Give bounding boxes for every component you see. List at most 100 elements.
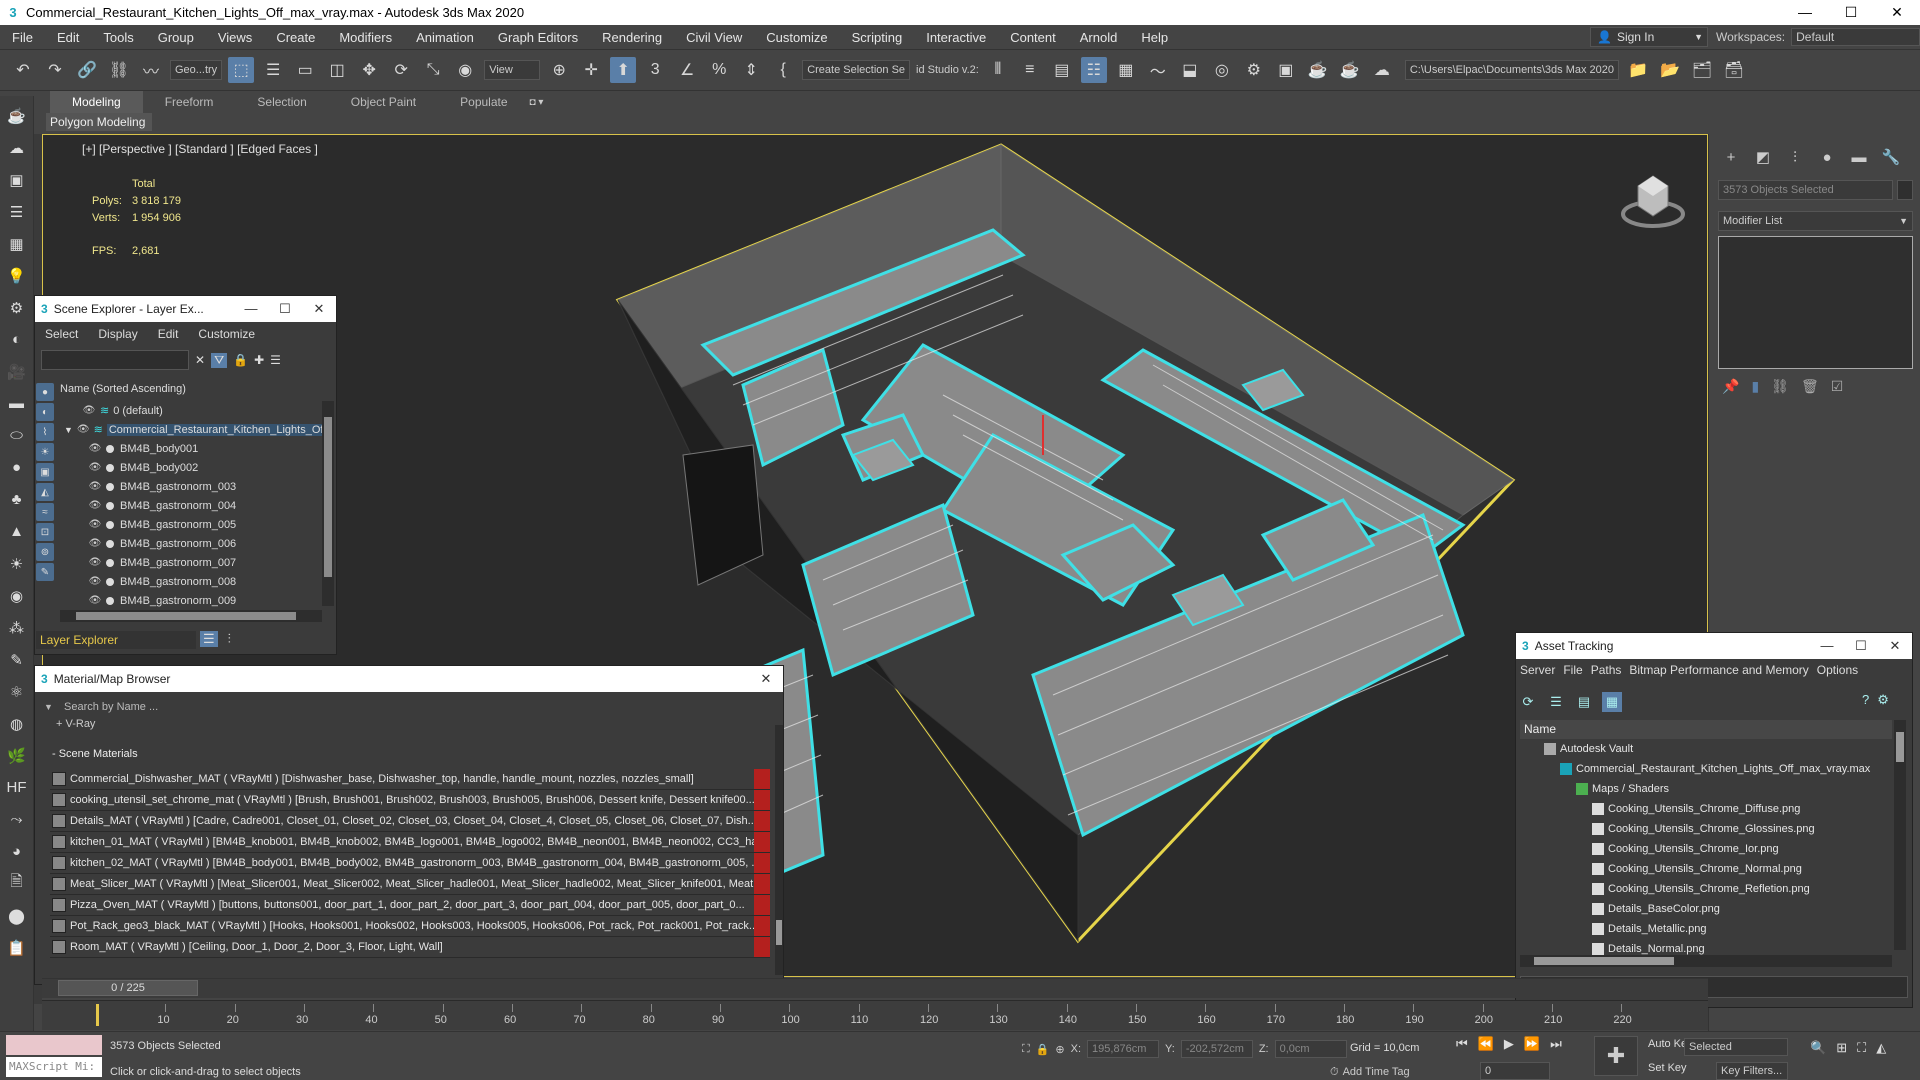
key-filters-button[interactable]: Key Filters... xyxy=(1716,1062,1788,1080)
reference-coord-dropdown[interactable]: View xyxy=(484,60,541,80)
x-coordinate-field[interactable]: 195,876cm xyxy=(1087,1040,1160,1058)
menu-content[interactable]: Content xyxy=(998,30,1068,45)
se-menu-display[interactable]: Display xyxy=(88,327,147,341)
tab-selection[interactable]: Selection xyxy=(235,91,328,113)
material-editor-icon[interactable]: ◎ xyxy=(1209,57,1235,83)
tab-populate[interactable]: Populate xyxy=(438,91,529,113)
maximize-button[interactable]: ☐ xyxy=(1828,4,1874,21)
utilities-tab-icon[interactable]: 🔧 xyxy=(1880,146,1902,168)
filter-icon[interactable]: ⛛ xyxy=(211,352,228,368)
asset-tree-horizontal-scrollbar[interactable] xyxy=(1520,955,1892,967)
toggle-scene-explorer-icon[interactable]: ▤ xyxy=(1049,57,1075,83)
document-icon[interactable]: 🗎 xyxy=(5,870,29,897)
groups-filter-icon[interactable]: ⊡ xyxy=(36,523,54,541)
tree-row[interactable]: 👁 BM4B_gastronorm_003 xyxy=(60,477,322,496)
tree-row[interactable]: 👁 BM4B_body001 xyxy=(60,439,322,458)
align-icon[interactable]: ≡ xyxy=(1017,57,1043,83)
tab-freeform[interactable]: Freeform xyxy=(143,91,236,113)
bulb-icon[interactable]: 💡 xyxy=(5,262,29,289)
goto-start-icon[interactable]: ⏮ xyxy=(1456,1036,1468,1052)
paint-icon[interactable]: ✎ xyxy=(5,646,29,673)
at-menu-file[interactable]: File xyxy=(1559,663,1586,677)
vray-group-header[interactable]: + V-Ray xyxy=(56,718,95,730)
time-slider-handle[interactable]: 0 / 225 xyxy=(58,980,198,996)
tab-object-paint[interactable]: Object Paint xyxy=(329,91,438,113)
clear-search-icon[interactable]: ✕ xyxy=(195,353,205,367)
scene-materials-group-header[interactable]: - Scene Materials xyxy=(42,748,774,764)
object-name-field[interactable]: 3573 Objects Selected xyxy=(1718,180,1893,200)
toggle-layer-explorer-icon[interactable]: ☷ xyxy=(1080,57,1107,83)
close-button[interactable]: ✕ xyxy=(1874,4,1920,21)
material-search-input[interactable]: ▼ Search by Name ... xyxy=(42,698,782,716)
render-icon[interactable]: ▣ xyxy=(5,166,29,193)
xrefs-filter-icon[interactable]: ⊚ xyxy=(36,543,54,561)
globe-icon[interactable]: ◍ xyxy=(5,710,29,737)
keyboard-shortcut-icon[interactable]: ⬆ xyxy=(610,57,637,83)
material-row[interactable]: Pot_Rack_geo3_black_MAT ( VRayMtl ) [Hoo… xyxy=(50,916,770,937)
hair-icon[interactable]: ⤳ xyxy=(5,806,29,833)
track-bar[interactable] xyxy=(42,1000,1708,1030)
asset-tracking-titlebar[interactable]: 3 Asset Tracking — ☐ ✕ xyxy=(1516,633,1912,659)
material-row[interactable]: cooking_utensil_set_chrome_mat ( VRayMtl… xyxy=(50,790,770,811)
cloud-icon[interactable]: ☁ xyxy=(5,134,29,161)
menu-arnold[interactable]: Arnold xyxy=(1068,30,1130,45)
new-layer-icon[interactable]: ✚ xyxy=(254,353,264,367)
eye-icon[interactable]: 👁 xyxy=(88,481,102,492)
time-slider-track[interactable] xyxy=(42,978,1708,998)
expand-icon[interactable]: ▼ xyxy=(64,425,73,435)
at-menu-paths[interactable]: Paths xyxy=(1587,663,1626,677)
eye-icon[interactable]: 👁 xyxy=(88,500,102,511)
render-setup-icon[interactable]: ⚙ xyxy=(1241,57,1267,83)
zoom-extents-icon[interactable]: ⛶ xyxy=(1857,1040,1866,1056)
show-end-result-icon[interactable]: ▮ xyxy=(1751,378,1759,395)
rect-selection-icon[interactable]: ▭ xyxy=(292,57,318,83)
scene-explorer-horizontal-scrollbar[interactable] xyxy=(60,610,322,622)
goto-end-icon[interactable]: ⏭ xyxy=(1550,1036,1562,1052)
se-menu-edit[interactable]: Edit xyxy=(148,327,189,341)
rotate-icon[interactable]: ⟳ xyxy=(388,57,414,83)
menu-views[interactable]: Views xyxy=(206,30,264,45)
asset-row[interactable]: Cooking_Utensils_Chrome_Refletion.png xyxy=(1520,879,1892,899)
tree-row[interactable]: 👁 BM4B_gastronorm_006 xyxy=(60,534,322,553)
pivot-center-icon[interactable]: ⊕ xyxy=(546,57,572,83)
table-view-icon[interactable]: ▤ xyxy=(1574,692,1594,712)
cone-icon[interactable]: ▲ xyxy=(5,518,29,545)
add-time-tag-button[interactable]: ⏱ Add Time Tag xyxy=(1330,1066,1410,1079)
spinner-snap-icon[interactable]: ⇕ xyxy=(738,57,764,83)
material-row[interactable]: Room_MAT ( VRayMtl ) [Ceiling, Door_1, D… xyxy=(50,937,770,958)
motion-tab-icon[interactable]: ● xyxy=(1816,146,1838,168)
grid-icon[interactable]: ▦ xyxy=(5,230,29,257)
viewcube-icon[interactable] xyxy=(1618,168,1688,232)
menu-customize[interactable]: Customize xyxy=(754,30,839,45)
eye-icon[interactable]: 👁 xyxy=(88,462,102,473)
polygon-modeling-panel[interactable]: Polygon Modeling xyxy=(46,113,152,131)
asset-tree-column-header[interactable]: Name xyxy=(1520,720,1892,739)
asset-row[interactable]: Details_BaseColor.png xyxy=(1520,899,1892,919)
menu-help[interactable]: Help xyxy=(1129,30,1180,45)
make-unique-icon[interactable]: ⛓ xyxy=(1771,378,1789,395)
minimize-button[interactable]: — xyxy=(234,301,268,317)
asset-row[interactable]: Maps / Shaders xyxy=(1520,779,1892,799)
geometry-filter-icon[interactable]: ◐ xyxy=(36,403,54,421)
tree-row[interactable]: 👁 BM4B_gastronorm_009 xyxy=(60,591,322,608)
gear-icon[interactable]: ⚙ xyxy=(5,294,29,321)
settings-icon[interactable]: ⚙ xyxy=(1877,692,1889,708)
tree-row[interactable]: 👁 ≋ 0 (default) xyxy=(60,401,322,420)
minimize-button[interactable]: — xyxy=(1782,4,1828,21)
menu-file[interactable]: File xyxy=(0,30,45,45)
asset-row[interactable]: Details_Metallic.png xyxy=(1520,919,1892,939)
particles-icon[interactable]: ⁂ xyxy=(5,614,29,641)
disc-icon[interactable]: ◉ xyxy=(5,582,29,609)
grid-view-icon[interactable]: ▦ xyxy=(1602,692,1622,712)
menu-group[interactable]: Group xyxy=(146,30,206,45)
z-coordinate-field[interactable]: 0,0cm xyxy=(1274,1040,1347,1058)
edit-named-sets-icon[interactable]: { xyxy=(770,57,796,83)
previous-frame-icon[interactable]: ⏪ xyxy=(1478,1036,1494,1052)
at-menu-server[interactable]: Server xyxy=(1516,663,1559,677)
asset-row[interactable]: Cooking_Utensils_Chrome_Glossines.png xyxy=(1520,819,1892,839)
menu-interactive[interactable]: Interactive xyxy=(914,30,998,45)
create-selection-set-dropdown[interactable]: Create Selection Se xyxy=(802,60,911,80)
viewport-label[interactable]: [+] [Perspective ] [Standard ] [Edged Fa… xyxy=(82,142,318,156)
material-browser-titlebar[interactable]: 3 Material/Map Browser ✕ xyxy=(35,666,783,692)
curve-editor-icon[interactable]: 〜 xyxy=(1145,57,1171,83)
